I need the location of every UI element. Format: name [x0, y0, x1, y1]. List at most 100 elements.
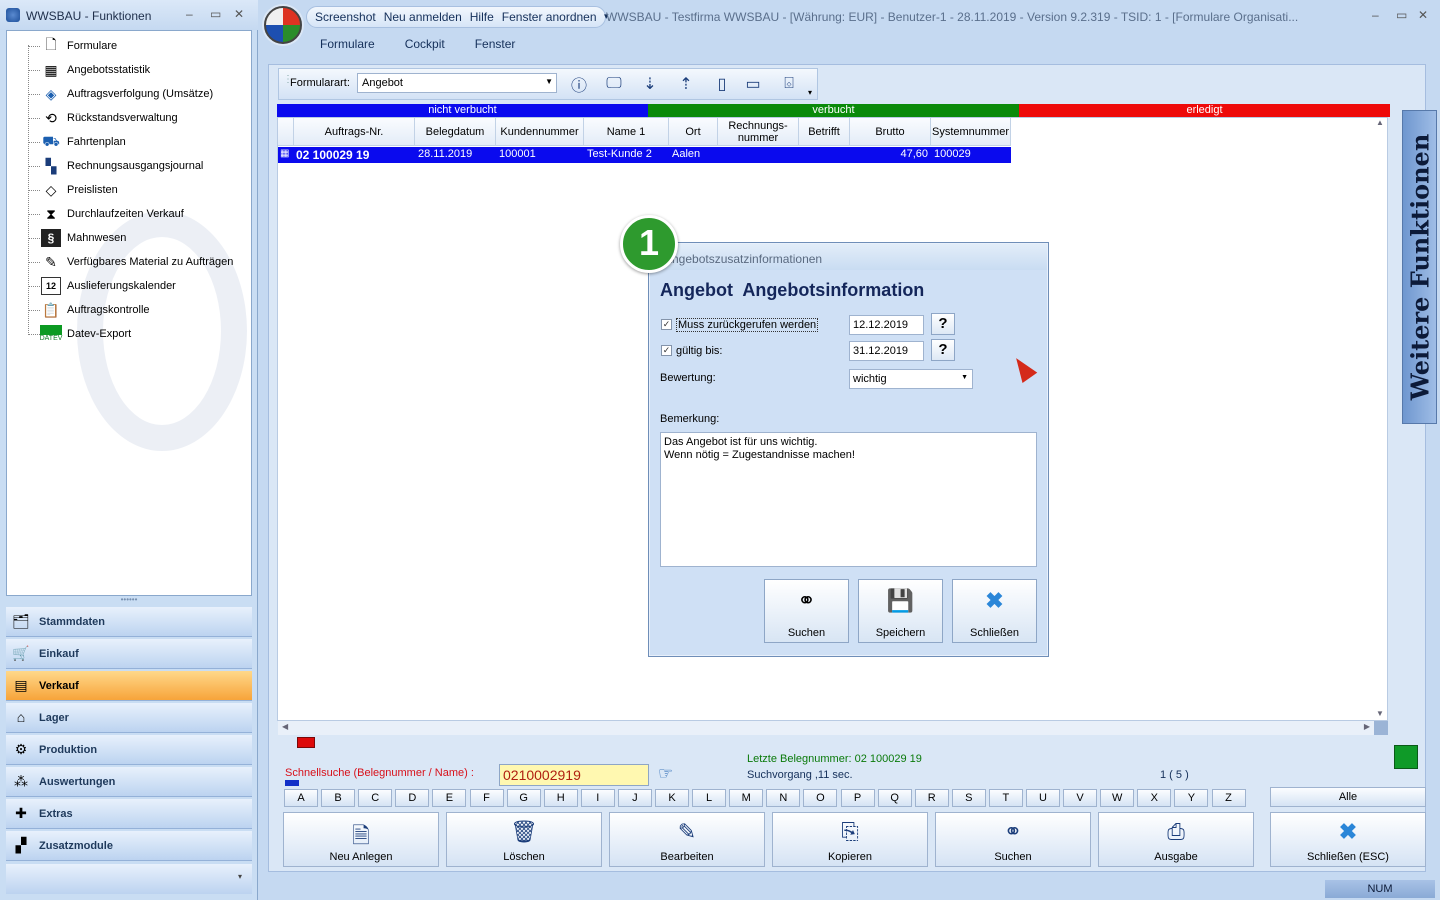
grid-horizontal-scrollbar[interactable]: ◀ ▶ — [278, 721, 1374, 735]
info-icon[interactable]: ⓘ — [566, 72, 592, 96]
letter-filter-y[interactable]: Y — [1174, 789, 1209, 807]
minimize-icon[interactable]: – — [186, 7, 193, 21]
close-icon[interactable]: ✕ — [234, 7, 244, 21]
tree-item-auftragskontrolle[interactable]: 📋 Auftragskontrolle — [21, 299, 251, 321]
tree-item-durchlaufzeiten[interactable]: ⧗ Durchlaufzeiten Verkauf — [21, 203, 251, 225]
minimize-icon[interactable]: – — [1372, 8, 1379, 22]
grid-vertical-scrollbar[interactable]: ▲ ▼ — [1374, 118, 1387, 720]
col-header-rechnungsnummer[interactable]: Rechnungs- nummer — [718, 118, 799, 146]
dialog-save-button[interactable]: 💾 Speichern — [858, 579, 943, 643]
letter-filter-o[interactable]: O — [803, 789, 838, 807]
tree-item-datev-export[interactable]: DATEV Datev-Export — [21, 323, 251, 345]
letter-filter-v[interactable]: V — [1063, 789, 1098, 807]
app-menu-orb-icon[interactable] — [264, 6, 302, 44]
letter-filter-c[interactable]: C — [358, 789, 393, 807]
dialog-close-button[interactable]: ✖ Schließen — [952, 579, 1037, 643]
scroll-up-icon[interactable]: ▲ — [1376, 118, 1384, 127]
letter-filter-d[interactable]: D — [395, 789, 430, 807]
panel-splitter[interactable]: •••••• — [6, 596, 252, 605]
letter-filter-z[interactable]: Z — [1211, 789, 1246, 807]
valid-until-date-field[interactable]: 31.12.2019 — [849, 341, 924, 361]
tree-item-auslieferungskalender[interactable]: 12 Auslieferungskalender — [21, 275, 251, 297]
col-header-auftrag[interactable]: Auftrags-Nr. — [294, 118, 415, 146]
letter-filter-all[interactable]: Alle — [1270, 787, 1426, 807]
tree-item-auftragsverfolgung[interactable]: ◈ Auftragsverfolgung (Umsätze) — [21, 83, 251, 105]
tree-item-angebotsstatistik[interactable]: ▦ Angebotsstatistik — [21, 59, 251, 81]
scroll-left-icon[interactable]: ◀ — [282, 722, 288, 731]
rating-select[interactable]: wichtig ▼ — [849, 369, 973, 389]
relogin-button[interactable]: Neu anmelden — [384, 10, 462, 24]
valid-until-checkbox[interactable]: ✓ — [661, 345, 672, 356]
col-header-name[interactable]: Name 1 — [584, 118, 669, 146]
quick-search-input[interactable]: 0210002919 — [499, 764, 649, 786]
copy-button[interactable]: ⎘ Kopieren — [772, 812, 928, 867]
menu-formulare[interactable]: Formulare — [320, 37, 375, 51]
tree-item-formulare[interactable]: 🗋 Formulare — [21, 35, 251, 57]
col-header-kundennummer[interactable]: Kundennummer — [496, 118, 584, 146]
page-header-icon[interactable]: ▭ — [740, 72, 766, 96]
sort-descending-icon[interactable]: ⇣ — [637, 72, 663, 96]
letter-filter-n[interactable]: N — [766, 789, 801, 807]
col-header-ort[interactable]: Ort — [669, 118, 718, 146]
close-esc-button[interactable]: ✖ Schließen (ESC) — [1270, 812, 1426, 867]
scroll-down-icon[interactable]: ▼ — [1376, 709, 1384, 718]
letter-filter-w[interactable]: W — [1100, 789, 1135, 807]
remark-textarea[interactable]: Das Angebot ist für uns wichtig. Wenn nö… — [660, 432, 1037, 567]
delete-button[interactable]: 🗑 Löschen — [446, 812, 602, 867]
letter-filter-h[interactable]: H — [543, 789, 578, 807]
search-button[interactable]: ⚭ Suchen — [935, 812, 1091, 867]
letter-filter-a[interactable]: A — [284, 789, 318, 807]
nav-overflow[interactable]: ▾ — [6, 864, 252, 894]
callback-checkbox[interactable]: ✓ — [661, 319, 672, 330]
menu-cockpit[interactable]: Cockpit — [405, 37, 445, 51]
output-button[interactable]: ⎙ Ausgabe — [1098, 812, 1254, 867]
screenshot-button[interactable]: Screenshot — [315, 10, 376, 24]
maximize-icon[interactable]: ▭ — [1396, 8, 1407, 22]
sort-ascending-icon[interactable]: ⇡ — [673, 72, 699, 96]
letter-filter-k[interactable]: K — [655, 789, 689, 807]
menu-fenster[interactable]: Fenster — [475, 37, 516, 51]
basket-icon[interactable]: ⌺ — [776, 72, 802, 96]
maximize-icon[interactable]: ▭ — [210, 7, 221, 21]
col-header-systemnummer[interactable]: Systemnummer — [931, 118, 1011, 146]
tree-item-rechnungsausgangsjournal[interactable]: ▚ Rechnungsausgangsjournal — [21, 155, 251, 177]
scroll-right-icon[interactable]: ▶ — [1364, 722, 1370, 731]
nav-auswertungen[interactable]: ⁂ Auswertungen — [6, 767, 252, 797]
letter-filter-b[interactable]: B — [321, 789, 356, 807]
new-button[interactable]: 🗎 Neu Anlegen — [283, 812, 439, 867]
callback-date-field[interactable]: 12.12.2019 — [849, 315, 924, 335]
monitor-icon[interactable]: 🖵 — [601, 72, 627, 96]
col-header-betrifft[interactable]: Betrifft — [799, 118, 850, 146]
letter-filter-i[interactable]: I — [580, 789, 615, 807]
close-icon[interactable]: ✕ — [1418, 8, 1428, 22]
tree-item-mahnwesen[interactable]: § Mahnwesen — [21, 227, 251, 249]
letter-filter-l[interactable]: L — [692, 789, 727, 807]
letter-filter-u[interactable]: U — [1026, 789, 1060, 807]
dialog-search-button[interactable]: ⚭ Suchen — [764, 579, 849, 643]
col-header-belegdatum[interactable]: Belegdatum — [415, 118, 496, 146]
nav-einkauf[interactable]: 🛒 Einkauf — [6, 639, 252, 669]
tree-item-verfuegbares-material[interactable]: ✎ Verfügbares Material zu Aufträgen — [21, 251, 251, 273]
letter-filter-j[interactable]: J — [617, 789, 652, 807]
letter-filter-p[interactable]: P — [840, 789, 875, 807]
help-button[interactable]: Hilfe — [470, 10, 494, 24]
letter-filter-s[interactable]: S — [951, 789, 986, 807]
letter-filter-q[interactable]: Q — [877, 789, 912, 807]
nav-zusatzmodule[interactable]: ▞ Zusatzmodule — [6, 831, 252, 861]
valid-until-help-button[interactable]: ? — [931, 339, 955, 361]
tree-item-rueckstandsverwaltung[interactable]: ⟲ Rückstandsverwaltung — [21, 107, 251, 129]
nav-verkauf[interactable]: ▤ Verkauf — [6, 671, 252, 701]
letter-filter-e[interactable]: E — [432, 789, 467, 807]
toolbar-overflow-icon[interactable]: ▾ — [808, 88, 812, 97]
edit-button[interactable]: ✎ Bearbeiten — [609, 812, 765, 867]
arrange-windows-button[interactable]: Fenster anordnen — [502, 10, 597, 24]
letter-filter-r[interactable]: R — [914, 789, 949, 807]
status-erledigt[interactable]: erledigt — [1019, 104, 1390, 117]
form-type-select[interactable]: Angebot ▼ — [357, 73, 557, 93]
callback-help-button[interactable]: ? — [931, 313, 955, 335]
tree-item-fahrtenplan[interactable]: ⛟ Fahrtenplan — [21, 131, 251, 153]
letter-filter-t[interactable]: T — [988, 789, 1023, 807]
letter-filter-m[interactable]: M — [729, 789, 764, 807]
table-row[interactable]: ▦ 02 100029 19 28.11.2019 100001 Test-Ku… — [278, 147, 1011, 163]
letter-filter-f[interactable]: F — [469, 789, 504, 807]
